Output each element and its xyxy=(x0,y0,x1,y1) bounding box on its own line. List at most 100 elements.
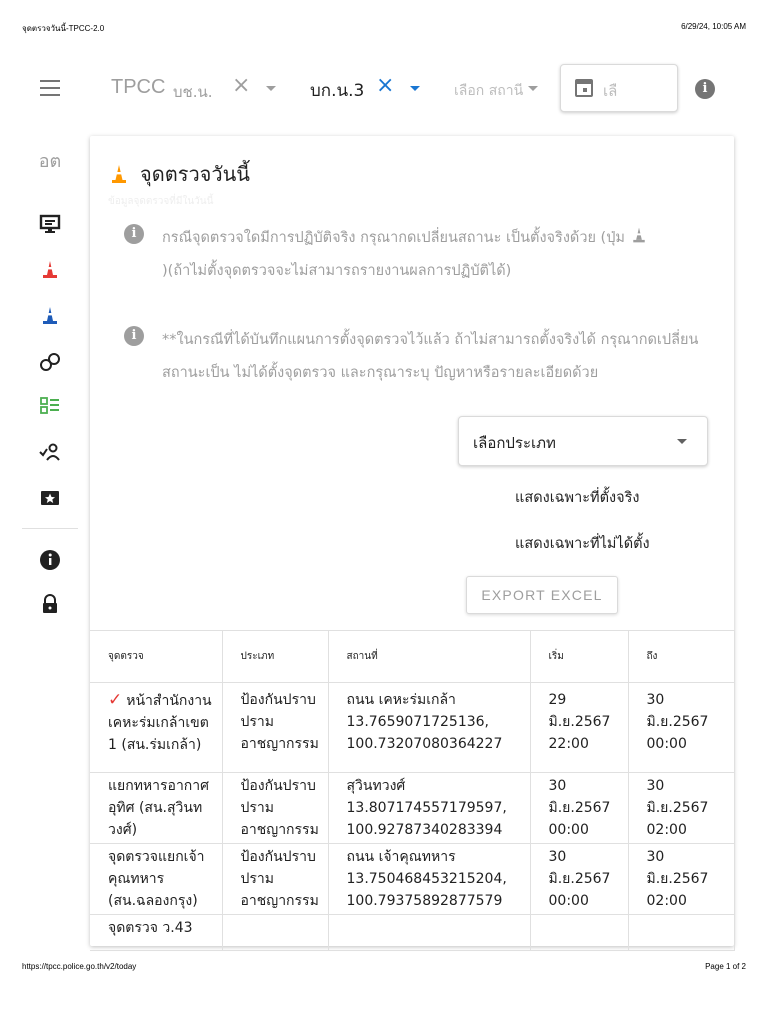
rail-item-checkpoint-today[interactable] xyxy=(22,252,78,288)
station-select[interactable]: เลือก สถานี xyxy=(454,80,523,102)
table-row[interactable]: จุดตรวจแยกเจ้าคุณทหาร (สน.ฉลองกรุง) ป้อง… xyxy=(90,843,735,915)
filter-not-set-only[interactable]: แสดงเฉพาะที่ไม่ได้ตั้ง xyxy=(515,532,650,555)
rail-item-checkpoint-plan[interactable] xyxy=(22,298,78,334)
print-footer-url: https://tpcc.police.go.th/v2/today xyxy=(22,962,137,971)
notice-text-1: กรณีจุดตรวจใดมีการปฏิบัติจริง กรุณากดเปล… xyxy=(162,230,625,246)
filter-set-only[interactable]: แสดงเฉพาะที่ตั้งจริง xyxy=(515,486,639,509)
print-header-datetime: 6/29/24, 10:05 AM xyxy=(681,22,746,31)
start-day: 29 xyxy=(548,692,567,708)
col-header-checkpoint[interactable]: จุดตรวจ xyxy=(90,630,223,683)
page-subtitle: ข้อมูลจุดตรวจที่มีในวันนี้ xyxy=(108,196,214,207)
start-time: 00:00 xyxy=(548,893,589,909)
clear-subdivision-icon[interactable]: × xyxy=(376,75,394,97)
col-header-place[interactable]: สถานที่ xyxy=(328,630,531,683)
brand-title: TPCC xyxy=(111,76,166,98)
table-header-row: จุดตรวจ ประเภท สถานที่ เริ่ม ถึง xyxy=(90,630,735,683)
card-header: จุดตรวจวันนี้ xyxy=(108,158,250,190)
rail-item-reward[interactable] xyxy=(22,480,78,516)
place-name: สุวินทวงศ์ xyxy=(346,778,406,794)
print-footer-page: Page 1 of 2 xyxy=(705,962,746,971)
star-ticket-icon xyxy=(41,491,59,505)
cell-type: ป้องกันปราบปรามอาชญากรรม xyxy=(222,843,329,915)
monitor-icon xyxy=(39,214,61,233)
lock-icon xyxy=(43,594,57,613)
handcuffs-icon xyxy=(40,353,60,371)
table-row[interactable]: แยกทหารอากาศอุทิศ (สน.สุวินทวงศ์) ป้องกั… xyxy=(90,772,735,844)
table-row[interactable]: จุดตรวจ ว.43 xyxy=(90,914,735,951)
cell-type: ป้องกันปราบปรามอาชญากรรม xyxy=(222,772,329,844)
division-dropdown-icon[interactable] xyxy=(266,86,276,91)
end-day: 30 xyxy=(646,778,665,794)
export-excel-button[interactable]: EXPORT EXCEL xyxy=(466,576,618,614)
chevron-down-icon xyxy=(677,439,687,444)
subdivision-dropdown-icon[interactable] xyxy=(410,86,420,91)
menu-icon[interactable] xyxy=(40,80,60,96)
info-icon[interactable]: i xyxy=(695,79,715,99)
cell-start: 30 มิ.ย.2567 00:00 xyxy=(530,843,629,915)
table-row[interactable]: ✓ หน้าสำนักงานเคหะร่มเกล้าเขต 1 (สน.ร่มเก… xyxy=(90,682,735,773)
cell-type xyxy=(222,914,329,951)
notice-text: กรณีจุดตรวจใดมีการปฏิบัติจริง กรุณากดเปล… xyxy=(162,222,648,288)
cell-place: ถนน เคหะร่มเกล้า 13.7659071725136, 100.732… xyxy=(328,682,531,773)
cell-end: 30 มิ.ย.2567 00:00 xyxy=(628,682,735,773)
start-day: 30 xyxy=(548,778,567,794)
checkmark-icon: ✓ xyxy=(108,690,123,710)
rail-item-logout[interactable] xyxy=(22,586,78,622)
traffic-cone-grey-icon xyxy=(632,227,645,243)
cell-end: 30 มิ.ย.2567 02:00 xyxy=(628,772,735,844)
cell-end xyxy=(628,914,735,951)
print-header-title: จุดตรวจวันนี้-TPCC-2.0 xyxy=(22,24,105,33)
start-day: 30 xyxy=(548,849,567,865)
rail-item-arrest[interactable] xyxy=(22,344,78,380)
cell-start: 29 มิ.ย.2567 22:00 xyxy=(530,682,629,773)
rail-item-dashboard[interactable] xyxy=(22,206,78,242)
clear-division-icon[interactable]: × xyxy=(232,75,250,97)
place-lng: 100.73207080364227 xyxy=(346,736,503,752)
traffic-cone-icon xyxy=(112,165,126,183)
place-lat: 13.750468453215204, xyxy=(346,871,507,887)
place-name: ถนน เจ้าคุณทหาร xyxy=(346,849,456,865)
type-select[interactable]: เลือกประเภท xyxy=(458,416,708,466)
rail-user-abbr[interactable]: อต xyxy=(22,142,78,178)
notice-status-change: i กรณีจุดตรวจใดมีการปฏิบัติจริง กรุณากดเ… xyxy=(124,222,714,288)
station-dropdown-icon[interactable] xyxy=(528,86,538,91)
cell-checkpoint: แยกทหารอากาศอุทิศ (สน.สุวินทวงศ์) xyxy=(90,772,223,844)
col-header-start[interactable]: เริ่ม xyxy=(530,630,629,683)
cell-place: ถนน เจ้าคุณทหาร 13.750468453215204, 100.79… xyxy=(328,843,531,915)
col-header-end[interactable]: ถึง xyxy=(628,630,735,683)
traffic-cone-red-icon xyxy=(43,261,57,278)
end-day: 30 xyxy=(646,692,665,708)
start-month: มิ.ย.2567 xyxy=(548,714,611,730)
date-placeholder: เลื xyxy=(603,82,618,100)
cell-end: 30 มิ.ย.2567 02:00 xyxy=(628,843,735,915)
checkpoint-name: หน้าสำนักงานเคหะร่มเกล้าเขต 1 (สน.ร่มเกล… xyxy=(108,693,212,753)
rail-item-info[interactable] xyxy=(22,542,78,578)
end-day: 30 xyxy=(646,849,665,865)
cell-place xyxy=(328,914,531,951)
users-check-icon xyxy=(39,443,60,461)
start-time: 22:00 xyxy=(548,736,589,752)
start-time: 00:00 xyxy=(548,822,589,838)
date-picker[interactable]: เลื xyxy=(560,64,678,112)
nav-rail: อต xyxy=(22,130,78,950)
place-lat: 13.807174557179597, xyxy=(346,800,507,816)
info-icon: i xyxy=(124,326,144,346)
cell-type: ป้องกันปราบปรามอาชญากรรม xyxy=(222,682,329,773)
division-select-value[interactable]: บช.น. xyxy=(173,80,213,104)
cell-checkpoint: จุดตรวจแยกเจ้าคุณทหาร (สน.ฉลองกรุง) xyxy=(90,843,223,915)
place-lng: 100.79375892877579 xyxy=(346,893,503,909)
rail-divider xyxy=(22,528,78,529)
rail-item-personnel[interactable] xyxy=(22,434,78,470)
end-month: มิ.ย.2567 xyxy=(646,871,709,887)
subdivision-select-value[interactable]: บก.น.3 xyxy=(310,77,364,104)
top-app-bar: TPCC บช.น. × บก.น.3 × เลือก สถานี เลื i xyxy=(22,62,746,116)
notice-not-set: i **ในกรณีที่ได้บันทึกแผนการตั้งจุดตรวจไ… xyxy=(124,324,714,390)
page-title: จุดตรวจวันนี้ xyxy=(140,162,250,186)
col-header-type[interactable]: ประเภท xyxy=(222,630,329,683)
place-lng: 100.92787340283394 xyxy=(346,822,503,838)
cell-checkpoint: ✓ หน้าสำนักงานเคหะร่มเกล้าเขต 1 (สน.ร่มเก… xyxy=(90,682,223,773)
place-lat: 13.7659071725136, xyxy=(346,714,490,730)
checkpoint-table: จุดตรวจ ประเภท สถานที่ เริ่ม ถึง ✓ หน้าสำ… xyxy=(90,630,735,951)
rail-item-checklist[interactable] xyxy=(22,388,78,424)
cell-start: 30 มิ.ย.2567 00:00 xyxy=(530,772,629,844)
